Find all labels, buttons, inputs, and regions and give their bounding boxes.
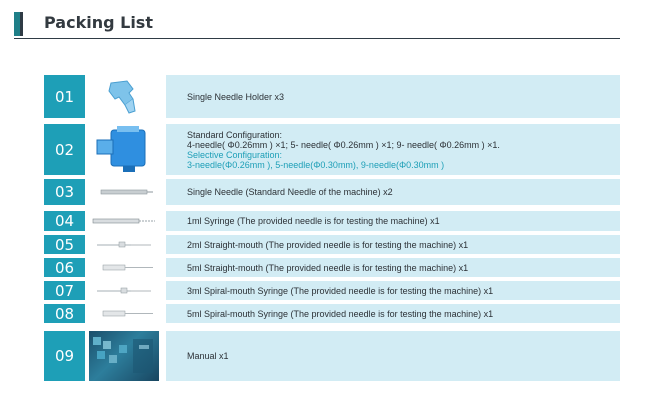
item-number: 05 (44, 235, 85, 254)
manual-icon (89, 331, 159, 381)
item-description: Standard Configuration: 4-needle( Φ0.26m… (166, 124, 620, 175)
title-accent-bar (14, 12, 23, 36)
page-title: Packing List (44, 13, 153, 32)
item-description: 5ml Straight-mouth (The provided needle … (166, 258, 620, 277)
syringe-icon (89, 258, 159, 277)
item-description: 2ml Straight-mouth (The provided needle … (166, 235, 620, 254)
item-line: 4-needle( Φ0.26mm ) ×1; 5- needle( Φ0.26… (187, 139, 500, 150)
syringe-icon (89, 281, 159, 300)
single-needle-icon (89, 179, 159, 205)
item-line: 2ml Straight-mouth (The provided needle … (187, 239, 469, 250)
item-description: Single Needle (Standard Needle of the ma… (166, 179, 620, 205)
item-description: 5ml Spiral-mouth Syringe (The provided n… (166, 304, 620, 323)
item-line: Selective Configuration: (187, 149, 283, 160)
list-item: 02 Standard Configuration: 4-needle( Φ0.… (44, 124, 620, 175)
item-description: Manual x1 (166, 331, 620, 381)
item-line: 3ml Spiral-mouth Syringe (The provided n… (187, 285, 494, 296)
syringe-icon (89, 304, 159, 323)
item-number: 07 (44, 281, 85, 300)
list-item: 05 2ml Straight-mouth (The provided need… (44, 235, 620, 254)
item-number: 06 (44, 258, 85, 277)
item-number: 01 (44, 75, 85, 118)
item-number: 03 (44, 179, 85, 205)
item-line: Manual x1 (187, 351, 229, 361)
item-number: 02 (44, 124, 85, 175)
item-number: 04 (44, 211, 85, 231)
cartridge-icon (89, 124, 159, 175)
item-line: Single Needle Holder x3 (187, 91, 285, 102)
list-item: 06 5ml Straight-mouth (The provided need… (44, 258, 620, 277)
item-description: Single Needle Holder x3 (166, 75, 620, 118)
list-item: 08 5ml Spiral-mouth Syringe (The provide… (44, 304, 620, 323)
list-item: 03 Single Needle (Standard Needle of the… (44, 179, 620, 205)
item-description: 1ml Syringe (The provided needle is for … (166, 211, 620, 231)
list-item: 04 1ml Syringe (The provided needle is f… (44, 211, 620, 231)
needle-holder-icon (89, 75, 159, 118)
syringe-icon (89, 235, 159, 254)
item-line: 1ml Syringe (The provided needle is for … (187, 216, 440, 226)
item-line: 5ml Straight-mouth (The provided needle … (187, 262, 469, 273)
list-item: 01 Single Needle Holder x3 (44, 75, 620, 118)
item-number: 09 (44, 331, 85, 381)
syringe-icon (89, 211, 159, 231)
item-line: 3-needle(Φ0.26mm ), 5-needle(Φ0.30mm), 9… (187, 159, 445, 170)
list-item: 07 3ml Spiral-mouth Syringe (The provide… (44, 281, 620, 300)
list-item: 09 Manual x1 (44, 331, 620, 381)
item-description: 3ml Spiral-mouth Syringe (The provided n… (166, 281, 620, 300)
item-number: 08 (44, 304, 85, 323)
item-line: Standard Configuration: (187, 129, 283, 140)
item-line: Single Needle (Standard Needle of the ma… (187, 187, 393, 197)
item-line: 5ml Spiral-mouth Syringe (The provided n… (187, 308, 494, 319)
title-divider (14, 38, 620, 39)
